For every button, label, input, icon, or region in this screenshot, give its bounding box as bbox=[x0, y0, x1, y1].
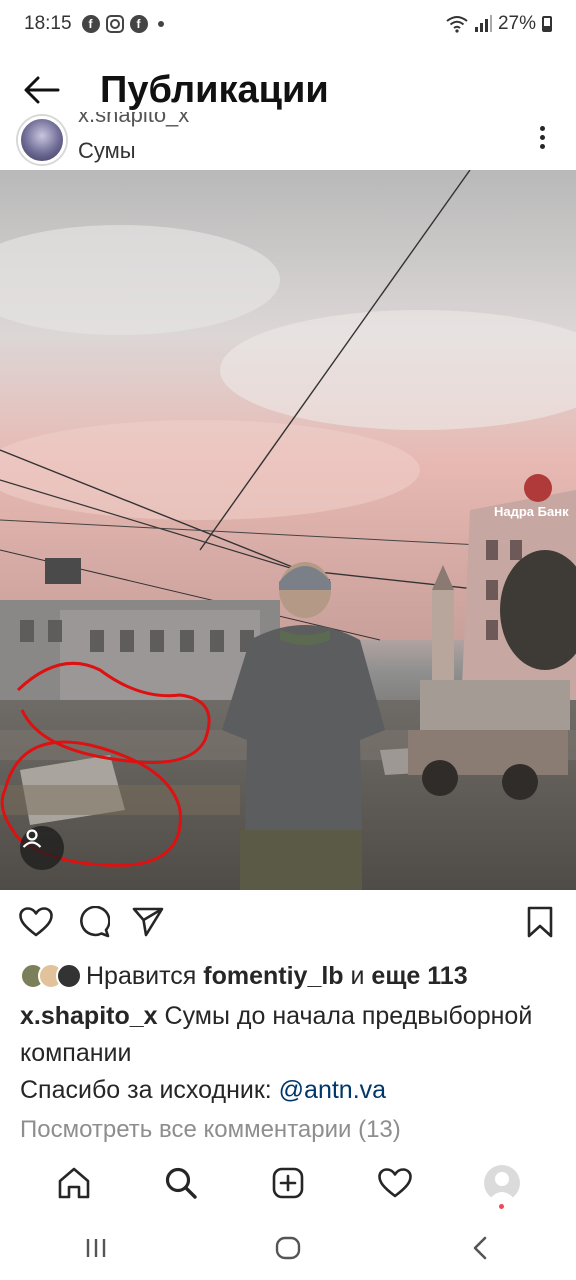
back-arrow-icon[interactable] bbox=[12, 60, 72, 120]
author-avatar[interactable] bbox=[18, 116, 66, 164]
tagged-users-icon[interactable] bbox=[20, 826, 64, 870]
more-options-icon[interactable] bbox=[530, 122, 554, 152]
back-button-icon[interactable] bbox=[450, 1223, 510, 1273]
post-caption: x.shapito_x Сумы до начала предвыборной … bbox=[20, 998, 558, 1109]
bookmark-icon[interactable] bbox=[520, 900, 560, 944]
liker-avatar bbox=[56, 963, 82, 989]
instagram-notification-icon bbox=[105, 15, 124, 33]
comment-icon[interactable] bbox=[74, 900, 114, 944]
caption-username[interactable]: x.shapito_x bbox=[20, 1002, 158, 1030]
notification-dot bbox=[499, 1204, 505, 1209]
profile-tab[interactable] bbox=[472, 1153, 532, 1213]
home-button-icon[interactable] bbox=[258, 1223, 318, 1273]
page-title: Публикации bbox=[100, 68, 329, 111]
likes-text: Нравится fomentiy_lb и еще 113 bbox=[86, 962, 468, 991]
author-username[interactable]: x.shapito_x bbox=[78, 112, 189, 128]
facebook-notification-icon: f bbox=[81, 15, 100, 33]
likes-row[interactable]: Нравится fomentiy_lb и еще 113 bbox=[20, 956, 556, 996]
caption-credit: Спасибо за исходник: bbox=[20, 1076, 279, 1104]
status-bar: 18:15 f f 27% bbox=[0, 0, 576, 48]
likes-count[interactable]: еще 113 bbox=[371, 962, 467, 990]
home-icon[interactable] bbox=[44, 1153, 104, 1213]
activity-heart-icon[interactable] bbox=[365, 1153, 425, 1213]
battery-icon bbox=[542, 16, 552, 32]
bank-sign-text: Надра Банк bbox=[494, 504, 569, 519]
more-notifications-dot-icon bbox=[157, 21, 164, 27]
system-navigation-bar bbox=[0, 1216, 576, 1280]
liker-username[interactable]: fomentiy_lb bbox=[203, 962, 343, 990]
likes-prefix: Нравится bbox=[86, 961, 204, 990]
caption-mention[interactable]: @antn.va bbox=[279, 1076, 386, 1104]
wifi-icon bbox=[446, 16, 468, 33]
search-icon[interactable] bbox=[151, 1153, 211, 1213]
status-indicators: 27% bbox=[446, 13, 552, 35]
post-photo-illustration: Надра Банк bbox=[0, 170, 576, 890]
profile-avatar-icon bbox=[484, 1165, 521, 1201]
view-all-comments-link[interactable]: Посмотреть все комментарии (13) bbox=[20, 1116, 401, 1144]
facebook-notification-icon-2: f bbox=[129, 15, 148, 33]
signal-icon bbox=[474, 15, 492, 32]
new-post-icon[interactable] bbox=[258, 1153, 318, 1213]
liker-avatars bbox=[20, 963, 82, 989]
status-notifications: f f bbox=[81, 15, 164, 33]
post-image[interactable]: Надра Банк bbox=[0, 170, 576, 890]
battery-percentage: 27% bbox=[497, 13, 536, 34]
post-header: x.shapito_x Сумы bbox=[0, 112, 576, 172]
heart-icon[interactable] bbox=[16, 900, 56, 944]
recent-apps-icon[interactable] bbox=[66, 1223, 126, 1273]
send-icon[interactable] bbox=[128, 900, 168, 944]
likes-connector: и bbox=[343, 961, 372, 990]
status-time: 18:15 bbox=[24, 13, 72, 34]
bottom-tab-bar bbox=[0, 1150, 576, 1216]
post-actions bbox=[0, 900, 576, 944]
post-location[interactable]: Сумы bbox=[78, 138, 136, 164]
